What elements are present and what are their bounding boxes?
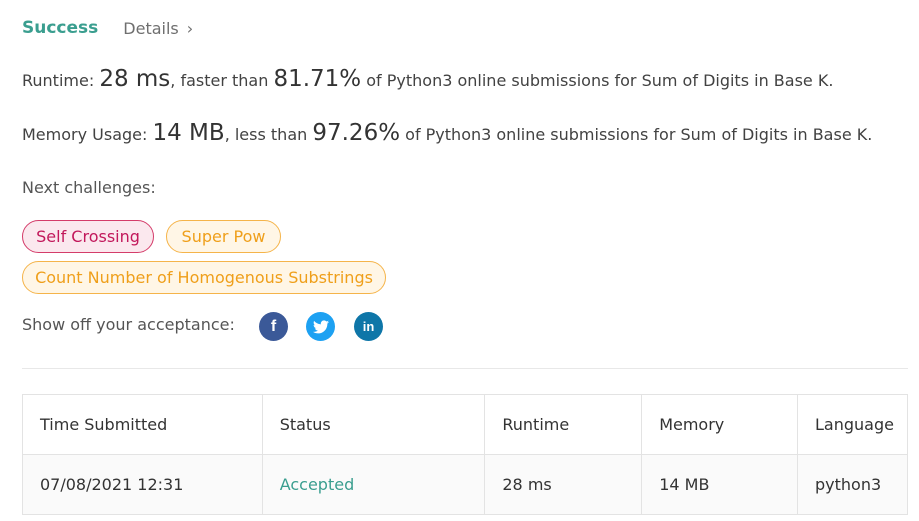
- facebook-icon[interactable]: f: [259, 312, 288, 341]
- details-label: Details: [123, 18, 179, 38]
- header-language: Language: [797, 394, 908, 455]
- header-status: Status: [261, 394, 486, 455]
- chevron-right-icon: ›: [186, 18, 194, 38]
- challenge-super-pow[interactable]: Super Pow: [166, 220, 281, 253]
- table-row: 07/08/2021 12:31 Accepted 28 ms 14 MB py…: [22, 454, 908, 515]
- runtime-label: Runtime:: [22, 71, 100, 90]
- challenge-count-homogenous-substrings[interactable]: Count Number of Homogenous Substrings: [22, 261, 386, 294]
- memory-value: 14 MB: [152, 120, 225, 146]
- runtime-value: 28 ms: [99, 66, 171, 92]
- runtime-percent: 81.71%: [273, 66, 362, 92]
- share-label: Show off your acceptance:: [22, 315, 235, 334]
- next-challenges-label: Next challenges:: [22, 178, 156, 197]
- runtime-suffix: of Python3 online submissions for Sum of…: [361, 71, 834, 90]
- divider: [22, 368, 908, 369]
- twitter-icon[interactable]: [306, 312, 335, 341]
- header-runtime: Runtime: [484, 394, 643, 455]
- challenge-self-crossing[interactable]: Self Crossing: [22, 220, 154, 253]
- linkedin-icon[interactable]: in: [354, 312, 383, 341]
- cell-status[interactable]: Accepted: [261, 454, 486, 515]
- memory-suffix: of Python3 online submissions for Sum of…: [400, 125, 873, 144]
- details-link[interactable]: Details ›: [123, 19, 193, 38]
- memory-stat: Memory Usage: 14 MB, less than 97.26% of…: [22, 120, 872, 146]
- header-time-submitted: Time Submitted: [22, 394, 263, 455]
- table-header-row: Time Submitted Status Runtime Memory Lan…: [22, 394, 908, 455]
- memory-label: Memory Usage:: [22, 125, 153, 144]
- status-success: Success: [22, 18, 99, 38]
- header-memory: Memory: [641, 394, 798, 455]
- cell-time-submitted: 07/08/2021 12:31: [22, 454, 263, 515]
- memory-comparison: , less than: [224, 125, 313, 144]
- result-header: Success Details ›: [22, 16, 193, 40]
- cell-runtime: 28 ms: [484, 454, 643, 515]
- submissions-table: Time Submitted Status Runtime Memory Lan…: [22, 394, 908, 515]
- cell-memory: 14 MB: [641, 454, 798, 515]
- cell-language: python3: [797, 454, 908, 515]
- runtime-comparison: , faster than: [170, 71, 274, 90]
- memory-percent: 97.26%: [312, 120, 401, 146]
- status-accepted-link[interactable]: Accepted: [280, 475, 355, 494]
- runtime-stat: Runtime: 28 ms, faster than 81.71% of Py…: [22, 66, 833, 92]
